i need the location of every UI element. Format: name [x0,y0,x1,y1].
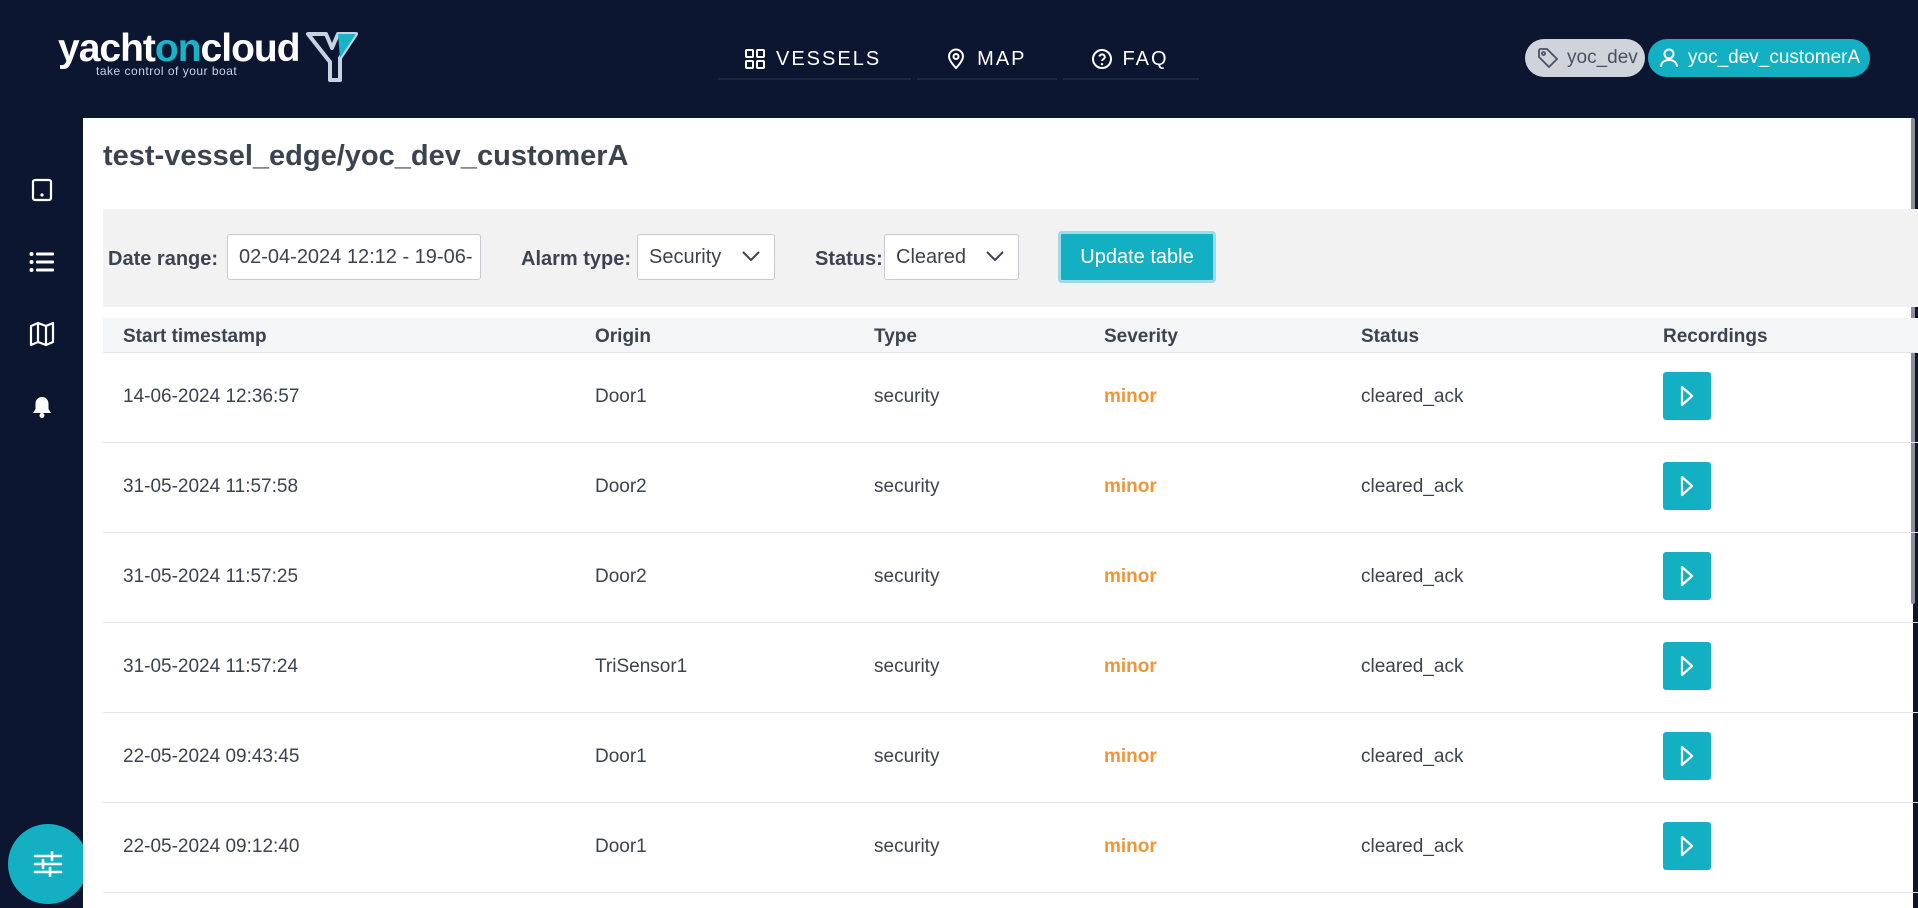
play-icon [1680,745,1694,767]
nav-map-label: MAP [977,47,1027,70]
sidebar-list-icon[interactable] [28,248,56,276]
user-name-label: yoc_dev_customerA [1688,47,1861,68]
cell-status: cleared_ack [1361,386,1464,407]
user-icon [1660,48,1678,68]
status-label: Status: [815,248,883,270]
sidebar-map-icon[interactable] [28,320,56,348]
cell-origin: Door1 [595,746,647,767]
brand-tagline: take control of your boat [96,64,238,78]
org-tag-label: yoc_dev [1567,47,1638,68]
map-pin-icon [948,48,965,70]
cell-type: security [874,836,940,857]
column-header-severity[interactable]: Severity [1104,326,1178,348]
cell-type: security [874,476,940,497]
cell-status: cleared_ack [1361,476,1464,497]
cell-start: 31-05-2024 11:57:25 [123,566,299,587]
play-recording-button[interactable] [1663,552,1711,600]
cell-type: security [874,746,940,767]
cell-severity: minor [1104,746,1157,767]
cell-type: security [874,656,940,677]
nav-map[interactable]: MAP [917,40,1057,80]
cell-status: cleared_ack [1361,836,1464,857]
date-range-label: Date range: [108,248,219,270]
page-title: test-vessel_edge/yoc_dev_customerA [103,140,629,172]
cell-start: 31-05-2024 11:57:58 [123,476,299,497]
bell-icon [33,397,51,418]
column-header-origin[interactable]: Origin [595,326,651,348]
chevron-down-icon [986,251,1004,262]
brand-logo[interactable]: yachtoncloud take control of your boat [58,26,368,84]
cell-severity: minor [1104,476,1157,497]
cell-severity: minor [1104,386,1157,407]
table-row[interactable]: 31-05-2024 11:57:58 Door2 security minor… [103,442,1918,533]
top-header: yachtoncloud take control of your boat V… [0,0,1918,118]
column-header-status[interactable]: Status [1361,326,1419,348]
play-icon [1680,835,1694,857]
play-recording-button[interactable] [1663,642,1711,690]
play-recording-button[interactable] [1663,372,1711,420]
play-recording-button[interactable] [1663,822,1711,870]
cell-type: security [874,566,940,587]
play-recording-button[interactable] [1663,462,1711,510]
user-menu-chip[interactable]: yoc_dev_customerA [1648,39,1870,77]
table-row[interactable]: 31-05-2024 11:57:25 Door2 security minor… [103,532,1918,623]
table-row[interactable]: 31-05-2024 11:57:24 TriSensor1 security … [103,622,1918,713]
status-select[interactable]: Cleared [884,234,1019,280]
sidebar-bell-icon[interactable] [28,393,56,421]
grid-icon [745,49,765,69]
tag-icon [1538,48,1559,69]
cell-start: 22-05-2024 09:12:40 [123,836,300,857]
nav-faq-label: FAQ [1122,47,1169,70]
main-nav: VESSELS MAP FAQ [718,40,1205,80]
table-row[interactable]: 22-05-2024 09:43:45 Door1 security minor… [103,712,1918,803]
cell-start: 14-06-2024 12:36:57 [123,386,300,407]
brand-mark-icon [306,32,358,82]
cell-origin: Door2 [595,476,647,497]
table-row[interactable]: 22-05-2024 09:12:40 Door1 security minor… [103,802,1918,893]
sidebar-tablet-icon[interactable] [28,176,56,204]
alarm-type-label: Alarm type: [521,248,632,270]
column-header-type[interactable]: Type [874,326,917,348]
cell-origin: TriSensor1 [595,656,688,677]
cell-severity: minor [1104,656,1157,677]
cell-origin: Door2 [595,566,647,587]
table-header: Start timestamp Origin Type Severity Sta… [103,318,1918,353]
date-range-input[interactable]: 02-04-2024 12:12 - 19-06- [227,234,481,280]
nav-vessels-label: VESSELS [776,47,882,70]
cell-start: 31-05-2024 11:57:24 [123,656,299,677]
sliders-icon [33,851,63,877]
table-row[interactable]: 14-06-2024 12:36:57 Door1 security minor… [103,352,1918,443]
cell-status: cleared_ack [1361,656,1464,677]
column-header-start[interactable]: Start timestamp [123,326,267,348]
cell-severity: minor [1104,836,1157,857]
cell-start: 22-05-2024 09:43:45 [123,746,300,767]
alarm-type-select[interactable]: Security [637,234,775,280]
cell-origin: Door1 [595,836,647,857]
column-header-recordings: Recordings [1663,326,1768,347]
org-tag-chip[interactable]: yoc_dev [1525,39,1645,77]
cell-origin: Door1 [595,386,647,407]
list-icon [29,252,54,272]
nav-faq[interactable]: FAQ [1062,40,1199,80]
cell-status: cleared_ack [1361,566,1464,587]
cell-severity: minor [1104,566,1157,587]
play-icon [1680,655,1694,677]
play-icon [1680,385,1694,407]
alarm-type-value: Security [649,245,722,268]
help-circle-icon [1091,49,1112,69]
play-icon [1680,565,1694,587]
settings-fab-button[interactable] [8,824,88,904]
cell-status: cleared_ack [1361,746,1464,767]
tablet-icon [31,178,53,202]
chevron-down-icon [742,251,760,262]
play-recording-button[interactable] [1663,732,1711,780]
map-icon [29,321,55,347]
nav-vessels[interactable]: VESSELS [718,40,912,80]
status-value: Cleared [896,245,967,268]
update-table-button[interactable]: Update table [1058,231,1216,283]
play-icon [1680,475,1694,497]
cell-type: security [874,386,940,407]
